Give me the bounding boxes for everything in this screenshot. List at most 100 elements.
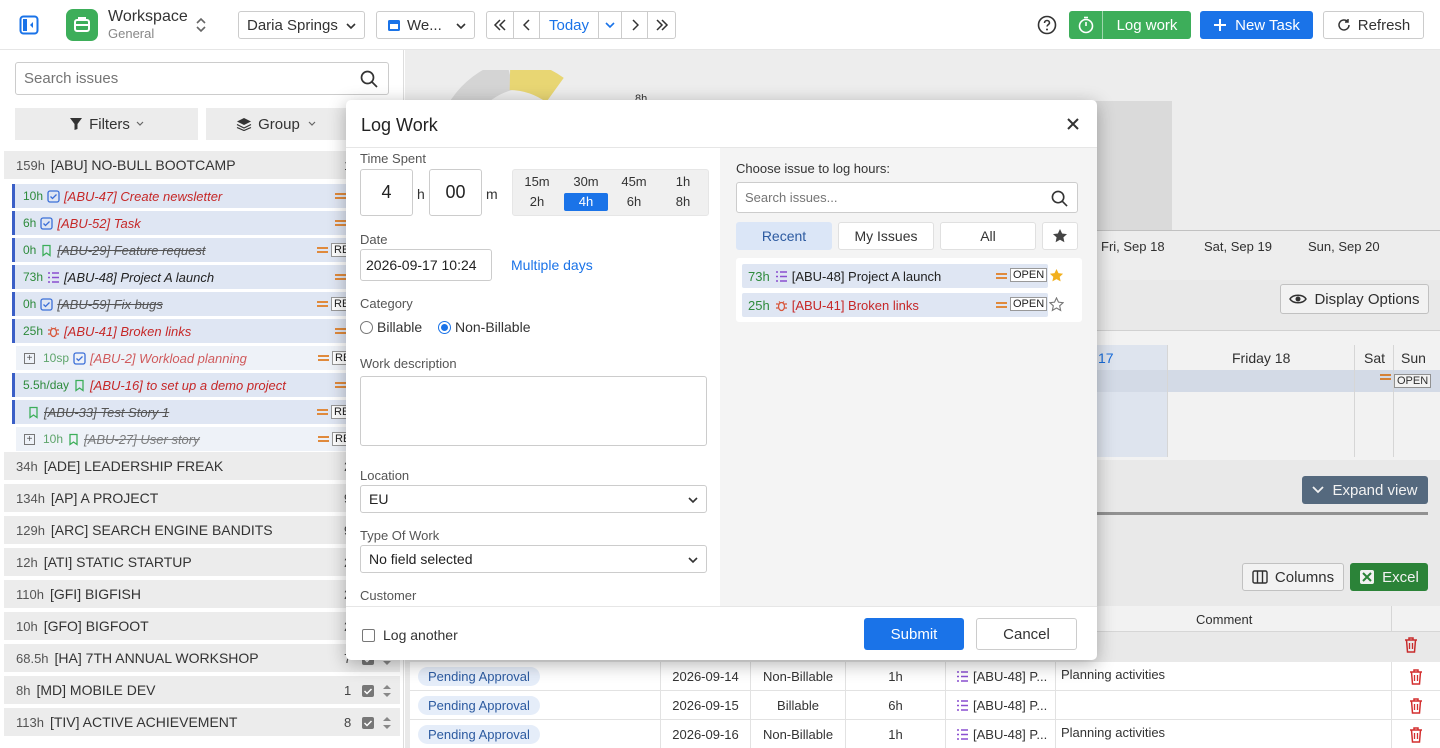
double-chevron-left-icon <box>493 19 506 31</box>
search-icon <box>1051 190 1068 207</box>
project-row[interactable]: 129h[ARC] SEARCH ENGINE BANDITS9 <box>4 516 400 546</box>
quick-time-chip[interactable]: 45m <box>611 173 657 191</box>
checkbox-icon[interactable] <box>361 716 375 730</box>
sort-icon[interactable] <box>382 684 392 698</box>
trash-icon[interactable] <box>1409 726 1423 743</box>
category-cell: Non-Billable <box>751 662 846 691</box>
log-work-button[interactable]: Log work <box>1069 11 1191 39</box>
checkbox-icon[interactable] <box>361 684 375 698</box>
sidebar-toggle-button[interactable] <box>14 10 44 40</box>
project-row[interactable]: 113h [TIV] ACTIVE ACHIEVEMENT 8 <box>4 708 400 738</box>
cancel-button[interactable]: Cancel <box>976 618 1077 650</box>
workspace-switcher[interactable]: Workspace General <box>66 7 216 43</box>
refresh-button[interactable]: Refresh <box>1323 11 1424 39</box>
tab-recent[interactable]: Recent <box>736 222 832 250</box>
recent-issue-item[interactable]: 25h [ABU-41] Broken links OPEN <box>742 293 1048 317</box>
issue-row[interactable]: 5.5h/day [ABU-16] to set up a demo projec… <box>12 373 394 397</box>
issue-search-input[interactable] <box>745 190 1035 205</box>
new-task-label: New Task <box>1235 16 1300 34</box>
expand-icon[interactable]: + <box>24 352 35 364</box>
favorites-tab[interactable] <box>1042 222 1078 250</box>
recent-issue-item[interactable]: 73h [ABU-48] Project A launch OPEN <box>742 264 1048 288</box>
issue-row[interactable]: 6h [ABU-52] Task <box>12 211 394 235</box>
project-row[interactable]: 10h[GFO] BIGFOOT2 <box>4 612 400 642</box>
expand-icon[interactable]: + <box>24 433 35 445</box>
issue-hours: 0h <box>23 243 37 257</box>
status-cell: Pending Approval <box>410 720 550 748</box>
project-row[interactable]: 159h [ABU] NO-BULL BOOTCAMP 10 <box>4 151 400 181</box>
recent-issue-title: [ABU-41] Broken links <box>791 297 919 313</box>
tab-all[interactable]: All <box>940 222 1036 250</box>
submit-button[interactable]: Submit <box>864 618 964 650</box>
multiple-days-link[interactable]: Multiple days <box>511 257 593 273</box>
trash-icon[interactable] <box>1409 697 1423 714</box>
quick-time-chip[interactable]: 1h <box>660 173 706 191</box>
work-description-textarea[interactable] <box>360 376 707 446</box>
issue-row[interactable]: +10sp [ABU-2] Workload planning RE <box>16 346 398 370</box>
issue-row[interactable]: 0h [ABU-59] Fix bugs RE <box>12 292 394 316</box>
priority-icon <box>996 273 1007 279</box>
issue-title: [ABU-52] Task <box>57 215 141 231</box>
hours-input[interactable]: 4 <box>360 169 413 216</box>
view-select[interactable]: We... <box>376 11 475 39</box>
delete-cell <box>1392 662 1440 691</box>
project-row[interactable]: 8h [MD] MOBILE DEV 1 <box>4 676 400 706</box>
table-row[interactable]: Pending Approval 2026-09-16 Non-Billable… <box>410 720 1440 748</box>
quick-time-chip[interactable]: 8h <box>660 193 706 211</box>
billable-radio[interactable]: Billable <box>360 319 422 335</box>
location-select[interactable]: EU <box>360 485 707 513</box>
table-row[interactable]: Pending Approval 2026-09-14 Non-Billable… <box>410 662 1440 691</box>
issue-row[interactable]: +10h [ABU-27] User story RE <box>16 427 398 451</box>
quick-time-chip-selected[interactable]: 4h <box>564 193 608 211</box>
project-row[interactable]: 34h[ADE] LEADERSHIP FREAK2 <box>4 452 400 482</box>
quick-time-chip[interactable]: 6h <box>611 193 657 211</box>
today-dropdown-button[interactable] <box>598 12 622 38</box>
log-another-checkbox[interactable]: Log another <box>362 627 458 643</box>
quick-time-chip[interactable]: 15m <box>514 173 560 191</box>
sidebar-search[interactable] <box>15 62 389 95</box>
trash-icon[interactable] <box>1409 668 1423 685</box>
minutes-input[interactable]: 00 <box>429 169 482 216</box>
next-far-button[interactable] <box>648 12 675 38</box>
calendar-icon <box>388 20 400 31</box>
new-task-button[interactable]: New Task <box>1200 11 1313 39</box>
chevron-down-icon <box>346 23 356 30</box>
date-input[interactable]: 2026-09-17 10:24 <box>360 249 492 281</box>
user-select[interactable]: Daria Springs <box>238 11 365 39</box>
table-row[interactable]: Pending Approval 2026-09-15 Billable 6h … <box>410 691 1440 720</box>
issue-search-field[interactable] <box>736 182 1078 213</box>
project-row[interactable]: 110h[GFI] BIGFISH2 <box>4 580 400 610</box>
close-button[interactable] <box>1064 115 1082 133</box>
filters-button[interactable]: Filters <box>15 108 198 140</box>
sort-icon[interactable] <box>382 716 392 730</box>
prev-far-button[interactable] <box>487 12 514 38</box>
project-row[interactable]: 68.5h[HA] 7TH ANNUAL WORKSHOP7 <box>4 644 400 674</box>
quick-time-chip[interactable]: 30m <box>563 173 609 191</box>
issue-row[interactable]: 0h [ABU-29] Feature request RE <box>12 238 394 262</box>
tab-my-issues[interactable]: My Issues <box>838 222 934 250</box>
non-billable-radio[interactable]: Non-Billable <box>438 319 530 335</box>
quick-time-chip[interactable]: 2h <box>514 193 560 211</box>
project-name: [GFI] BIGFISH <box>49 586 141 602</box>
issue-row[interactable]: 73h [ABU-48] Project A launch <box>12 265 394 289</box>
bug-icon <box>775 300 787 311</box>
project-row[interactable]: 134h[AP] A PROJECT9 <box>4 484 400 514</box>
issue-hours: 10h <box>43 432 64 446</box>
prev-button[interactable] <box>514 12 540 38</box>
help-button[interactable] <box>1037 15 1057 35</box>
type-of-work-select[interactable]: No field selected <box>360 545 707 573</box>
next-button[interactable] <box>622 12 648 38</box>
search-input[interactable] <box>24 70 344 87</box>
bug-icon <box>48 326 60 337</box>
priority-icon <box>335 328 346 334</box>
layers-icon <box>236 118 252 131</box>
group-button[interactable]: Group <box>206 108 346 140</box>
issue-row[interactable]: 25h [ABU-41] Broken links <box>12 319 394 343</box>
chevron-down-icon <box>688 557 698 564</box>
today-button[interactable]: Today <box>540 12 598 38</box>
issue-title: [ABU-47] Create newsletter <box>64 188 223 204</box>
stopwatch-icon <box>1078 16 1093 34</box>
project-row[interactable]: 12h[ATI] STATIC STARTUP2 <box>4 548 400 578</box>
issue-row[interactable]: 10h [ABU-47] Create newsletter <box>12 184 394 208</box>
issue-row[interactable]: [ABU-33] Test Story 1 RE <box>12 400 394 424</box>
